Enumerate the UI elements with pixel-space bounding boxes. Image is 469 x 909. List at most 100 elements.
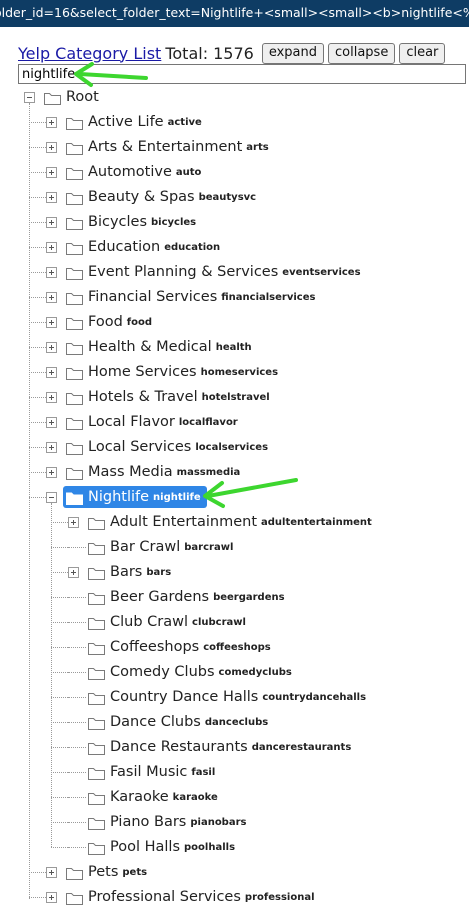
category-item[interactable]: Professional Services professional xyxy=(66,886,315,908)
tree-connector xyxy=(51,503,52,847)
category-slug: pianobars xyxy=(190,816,247,828)
subcategory-item[interactable]: Coffeeshops coffeeshops xyxy=(88,636,271,658)
category-slug: education xyxy=(164,241,221,253)
category-item[interactable]: Education education xyxy=(66,236,220,258)
category-item[interactable]: Beauty & Spas beautysvc xyxy=(66,186,256,208)
subcategory-item[interactable]: Pool Halls poolhalls xyxy=(88,836,235,858)
subcategory-item[interactable]: Comedy Clubs comedyclubs xyxy=(88,661,292,683)
folder-icon xyxy=(44,90,61,105)
category-item[interactable]: Health & Medical health xyxy=(66,336,252,358)
subcategory-item[interactable]: Dance Restaurants dancerestaurants xyxy=(88,736,351,758)
expand-toggle-icon[interactable] xyxy=(46,317,57,328)
tree-connector xyxy=(29,897,46,898)
category-slug: localflavor xyxy=(178,416,238,428)
category-label: Local Services xyxy=(88,439,192,455)
category-item[interactable]: Local Flavor localflavor xyxy=(66,411,238,433)
subcategory-item[interactable]: Adult Entertainment adultentertainment xyxy=(88,511,372,533)
subcategory-item[interactable]: Piano Bars pianobars xyxy=(88,811,246,833)
expand-toggle-icon[interactable] xyxy=(46,342,57,353)
category-label: Dance Clubs xyxy=(110,714,201,730)
tree-connector xyxy=(68,597,86,598)
category-label: Beauty & Spas xyxy=(88,189,195,205)
expand-toggle-icon[interactable] xyxy=(46,467,57,478)
folder-icon xyxy=(66,340,83,355)
expand-toggle-icon[interactable] xyxy=(46,117,57,128)
tree-connector xyxy=(29,322,46,323)
tree-connector xyxy=(51,672,68,673)
expand-toggle-icon[interactable] xyxy=(46,392,57,403)
folder-icon xyxy=(66,290,83,305)
expand-toggle-icon[interactable] xyxy=(46,142,57,153)
category-slug: pets xyxy=(122,866,148,878)
folder-icon xyxy=(88,565,105,580)
expand-toggle-icon[interactable] xyxy=(46,217,57,228)
category-label: Automotive xyxy=(88,164,172,180)
category-slug: auto xyxy=(175,166,202,178)
subcategory-item[interactable]: Beer Gardens beergardens xyxy=(88,586,285,608)
expand-toggle-icon[interactable] xyxy=(46,167,57,178)
tree-connector xyxy=(68,847,86,848)
collapse-toggle-icon[interactable] xyxy=(46,492,57,503)
expand-toggle-icon[interactable] xyxy=(46,442,57,453)
category-slug: barcrawl xyxy=(184,541,234,553)
category-item[interactable]: Active Life active xyxy=(66,111,202,133)
category-item[interactable]: Home Services homeservices xyxy=(66,361,278,383)
subcategory-item[interactable]: Dance Clubs danceclubs xyxy=(88,711,268,733)
folder-icon xyxy=(66,215,83,230)
category-slug: homeservices xyxy=(200,366,279,378)
subcategory-item[interactable]: Bar Crawl barcrawl xyxy=(88,536,233,558)
category-item[interactable]: Food food xyxy=(66,311,152,333)
tree-connector xyxy=(68,547,86,548)
subcategory-item[interactable]: Fasil Music fasil xyxy=(88,761,215,783)
category-slug: adultentertainment xyxy=(261,516,372,528)
category-item[interactable]: Hotels & Travel hotelstravel xyxy=(66,386,270,408)
tree-connector xyxy=(51,597,68,598)
tree-connector xyxy=(29,147,46,148)
expand-toggle-icon[interactable] xyxy=(46,192,57,203)
subcategory-item[interactable]: Bars bars xyxy=(88,561,171,583)
expand-toggle-icon[interactable] xyxy=(46,417,57,428)
category-item[interactable]: Arts & Entertainment arts xyxy=(66,136,269,158)
expand-toggle-icon[interactable] xyxy=(46,242,57,253)
category-slug: financialservices xyxy=(221,291,316,303)
folder-icon xyxy=(66,265,83,280)
folder-icon xyxy=(66,115,83,130)
category-label: Home Services xyxy=(88,364,197,380)
tree-connector xyxy=(68,797,86,798)
category-tree: Root Active Life active Arts & Entertainmen… xyxy=(0,0,469,905)
category-item[interactable]: Pets pets xyxy=(66,861,147,883)
folder-icon xyxy=(66,865,83,880)
folder-icon xyxy=(66,190,83,205)
category-slug: bicycles xyxy=(151,216,197,228)
category-label: Coffeeshops xyxy=(110,639,200,655)
category-item[interactable]: Event Planning & Services eventservices xyxy=(66,261,361,283)
category-item[interactable]: Local Services localservices xyxy=(66,436,268,458)
subcategory-item[interactable]: Country Dance Halls countrydancehalls xyxy=(88,686,366,708)
category-label: Health & Medical xyxy=(88,339,212,355)
tree-connector xyxy=(29,272,46,273)
tree-connector xyxy=(68,772,86,773)
category-item-nightlife[interactable]: Nightlife nightlife xyxy=(63,486,207,508)
category-item[interactable]: Automotive auto xyxy=(66,161,201,183)
expand-toggle-icon[interactable] xyxy=(46,267,57,278)
subcategory-item[interactable]: Karaoke karaoke xyxy=(88,786,218,808)
collapse-toggle-icon[interactable] xyxy=(24,92,35,103)
folder-icon xyxy=(66,490,83,505)
category-label: Pets xyxy=(88,864,119,880)
expand-toggle-icon[interactable] xyxy=(68,517,79,528)
category-slug: hotelstravel xyxy=(201,391,270,403)
expand-toggle-icon[interactable] xyxy=(46,867,57,878)
category-item[interactable]: Bicycles bicycles xyxy=(66,211,196,233)
category-slug: eventservices xyxy=(282,266,361,278)
category-label: Local Flavor xyxy=(88,414,175,430)
expand-toggle-icon[interactable] xyxy=(68,567,79,578)
expand-toggle-icon[interactable] xyxy=(46,892,57,903)
folder-icon xyxy=(66,890,83,905)
category-item[interactable]: Financial Services financialservices xyxy=(66,286,315,308)
expand-toggle-icon[interactable] xyxy=(46,292,57,303)
subcategory-item[interactable]: Club Crawl clubcrawl xyxy=(88,611,246,633)
category-label: Financial Services xyxy=(88,289,218,305)
tree-connector xyxy=(29,172,46,173)
category-label: Active Life xyxy=(88,114,164,130)
expand-toggle-icon[interactable] xyxy=(46,367,57,378)
